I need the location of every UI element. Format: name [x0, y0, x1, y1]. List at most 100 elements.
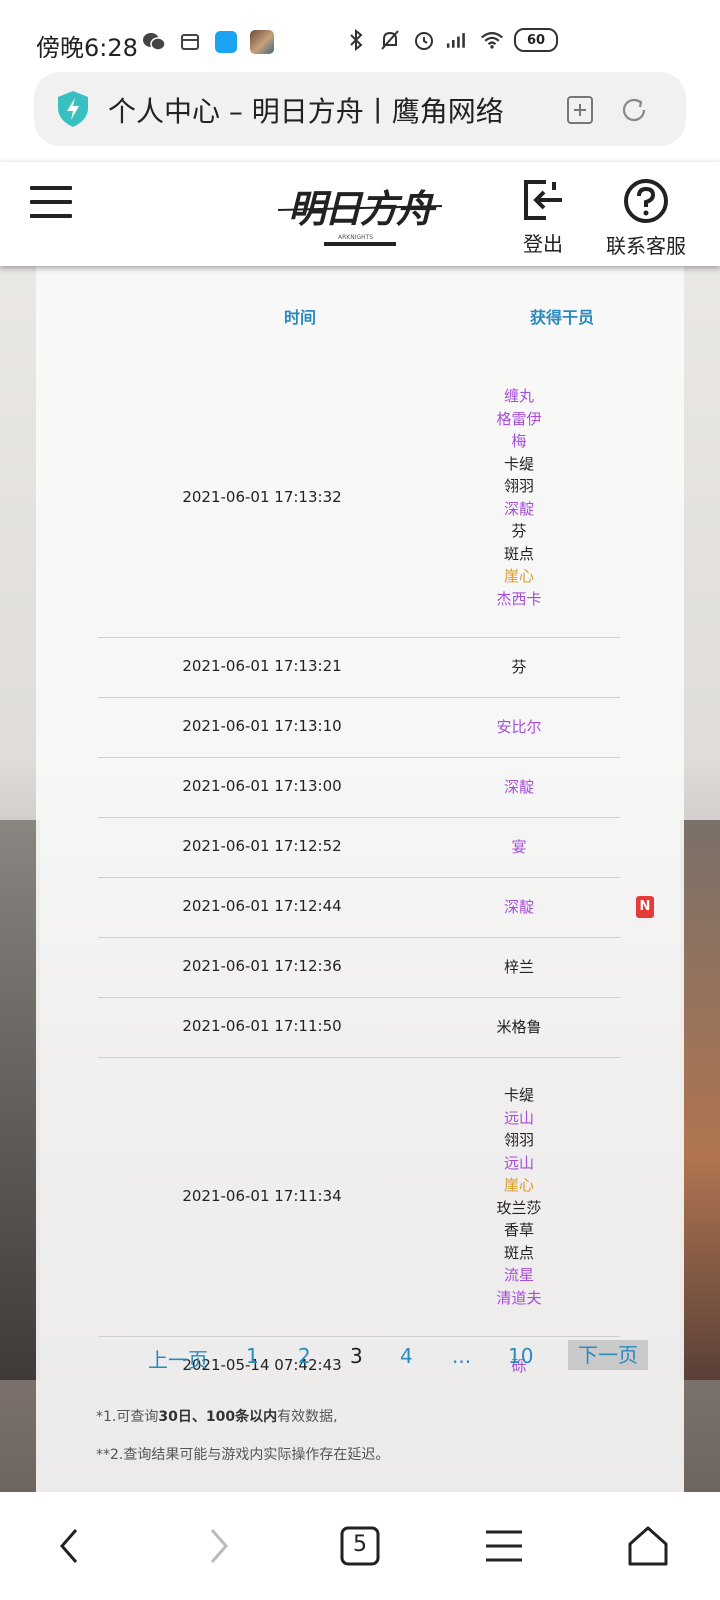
- operator-name: 斑点: [503, 1243, 534, 1262]
- row-operators: 安比尔: [442, 716, 596, 739]
- row-time: 2021-06-01 17:11:34: [182, 1186, 342, 1205]
- logout-button[interactable]: 登出: [520, 178, 566, 257]
- url-title[interactable]: 个人中心 – 明日方舟丨鹰角网络: [108, 90, 548, 130]
- pagination: 上一页 1 2 3 4 ... 10 下一页: [96, 1340, 656, 1374]
- note-1-bold: 30日、100条以内: [158, 1409, 278, 1425]
- support-button[interactable]: 联系客服: [606, 178, 686, 259]
- tabs-button[interactable]: 5: [336, 1522, 384, 1570]
- row-operators: 米格鲁: [442, 1016, 596, 1039]
- table-row: 2021-06-01 17:13:00 深靛: [98, 757, 620, 818]
- refresh-icon[interactable]: [618, 94, 650, 126]
- row-operators: 缠丸 格雷伊梅卡缇 翎羽 深靛芬斑点 崖心 杰西卡: [442, 385, 596, 610]
- table-row: 2021-06-01 17:13:21 芬: [98, 637, 620, 698]
- page-link-10[interactable]: 10: [508, 1344, 533, 1368]
- browser-nav-bar: 5: [0, 1492, 720, 1600]
- note-1-suffix: 有效数据,: [277, 1409, 338, 1425]
- page-link-1[interactable]: 1: [246, 1344, 259, 1368]
- forward-icon[interactable]: [194, 1522, 242, 1570]
- wifi-icon: [480, 28, 504, 52]
- row-operators: 卡缇 远山 翎羽 远山 崖心 玫兰莎 香草 斑点 流星 清道夫: [442, 1084, 596, 1309]
- logo-subtext: ARKNIGHTS: [338, 234, 374, 241]
- operator-name: 格雷伊: [496, 409, 542, 428]
- table-row: 2021-06-01 17:11:34 卡缇 远山 翎羽 远山 崖心 玫兰莎 香草 斑点 流星 清道…: [98, 1057, 620, 1337]
- background-art-left: [0, 820, 40, 1380]
- row-time: 2021-06-01 17:11:50: [182, 1017, 342, 1035]
- background-art-right: [680, 820, 720, 1380]
- operator-name: 缠丸: [503, 387, 534, 405]
- tab-count: 5: [353, 1532, 367, 1557]
- operator-name: 深靛: [503, 897, 534, 916]
- page-link-4[interactable]: 4: [400, 1344, 413, 1368]
- operator-name: 芬: [511, 522, 527, 540]
- security-shield-icon: [56, 90, 90, 128]
- operator-name: 深靛: [503, 777, 534, 796]
- row-operators: 宴: [442, 836, 596, 859]
- note-1-prefix: *1.可查询: [96, 1409, 159, 1425]
- status-bar: 傍晚6:28 60: [0, 0, 720, 70]
- row-time: 2021-06-01 17:12:36: [182, 957, 342, 975]
- app-blue-icon: [214, 30, 238, 54]
- logout-label: 登出: [523, 232, 563, 256]
- column-operator-header: 获得干员: [530, 308, 595, 327]
- operator-name: 卡缇: [503, 454, 534, 473]
- operator-name: 米格鲁: [496, 1017, 542, 1036]
- note-2: **2.查询结果可能与游戏内实际操作存在延迟。: [96, 1447, 390, 1463]
- operator-name: 翎羽: [503, 477, 534, 495]
- page-ellipsis: ...: [452, 1344, 472, 1368]
- menu-icon[interactable]: [30, 186, 72, 218]
- operator-name: 香草: [503, 1221, 534, 1239]
- home-icon[interactable]: [624, 1522, 672, 1570]
- signal-icon: [446, 28, 470, 52]
- wechat-icon: [142, 30, 166, 54]
- row-operators: 深靛: [442, 776, 596, 799]
- status-notification-icons: [142, 30, 274, 54]
- operator-name: 翎羽: [503, 1131, 534, 1149]
- table-row: 2021-06-01 17:11:50 米格鲁: [98, 997, 620, 1058]
- table-row: 2021-06-01 17:12:44 深靛 N: [98, 877, 654, 938]
- operator-name: 流星: [503, 1266, 534, 1284]
- table-row: 2021-06-01 17:13:32 缠丸 格雷伊梅卡缇 翎羽 深靛芬斑点 崖心 杰西卡: [98, 358, 620, 638]
- bluetooth-icon: [344, 28, 368, 52]
- row-time: 2021-06-01 17:13:10: [182, 717, 342, 735]
- menu-lines-icon[interactable]: [480, 1522, 528, 1570]
- support-label: 联系客服: [606, 234, 686, 258]
- browser-url-bar[interactable]: 个人中心 – 明日方舟丨鹰角网络: [34, 72, 686, 146]
- row-operators: 梓兰: [442, 956, 596, 979]
- row-time: 2021-06-01 17:12:52: [182, 837, 342, 855]
- column-time-header: 时间: [284, 308, 317, 327]
- row-operators: 深靛: [442, 896, 596, 919]
- operator-name: 斑点: [503, 544, 534, 563]
- operator-name: 玫兰莎: [496, 1198, 542, 1217]
- back-icon[interactable]: [48, 1522, 96, 1570]
- message-icon: [178, 30, 202, 54]
- row-time: 2021-06-01 17:13:00: [182, 777, 342, 795]
- table-row: 2021-06-01 17:12:36 梓兰: [98, 937, 620, 998]
- add-bookmark-icon[interactable]: [564, 94, 596, 126]
- next-page-button[interactable]: 下一页: [568, 1340, 648, 1370]
- logout-icon: [520, 180, 566, 226]
- operator-name: 清道夫: [496, 1288, 542, 1307]
- table-row: 2021-06-01 17:13:10 安比尔: [98, 697, 620, 758]
- operator-name: 崖心: [503, 1176, 534, 1194]
- app-avatar-icon: [250, 30, 274, 54]
- row-time: 2021-06-01 17:12:44: [182, 897, 342, 915]
- operator-name: 杰西卡: [496, 589, 542, 608]
- row-time: 2021-06-01 17:13:32: [182, 487, 342, 506]
- status-system-icons: 60: [344, 28, 558, 52]
- logo-text: 明日方舟: [288, 186, 434, 231]
- operator-name: 梅: [511, 432, 527, 450]
- mute-icon: [378, 28, 402, 52]
- battery-icon: 60: [514, 28, 558, 52]
- page-link-2[interactable]: 2: [298, 1344, 311, 1368]
- operator-name: 崖心: [503, 567, 534, 585]
- table-row: 2021-06-01 17:12:52 宴: [98, 817, 620, 878]
- operator-name: 梓兰: [503, 957, 534, 976]
- operator-name: 宴: [511, 837, 527, 856]
- new-badge: N: [636, 896, 654, 918]
- operator-name: 卡缇: [503, 1086, 534, 1104]
- prev-page-link[interactable]: 上一页: [148, 1344, 208, 1373]
- alarm-icon: [412, 28, 436, 52]
- site-logo[interactable]: 明日方舟 ARKNIGHTS: [277, 172, 443, 258]
- operator-name: 远山: [503, 1153, 534, 1172]
- operator-name: 芬: [511, 657, 527, 676]
